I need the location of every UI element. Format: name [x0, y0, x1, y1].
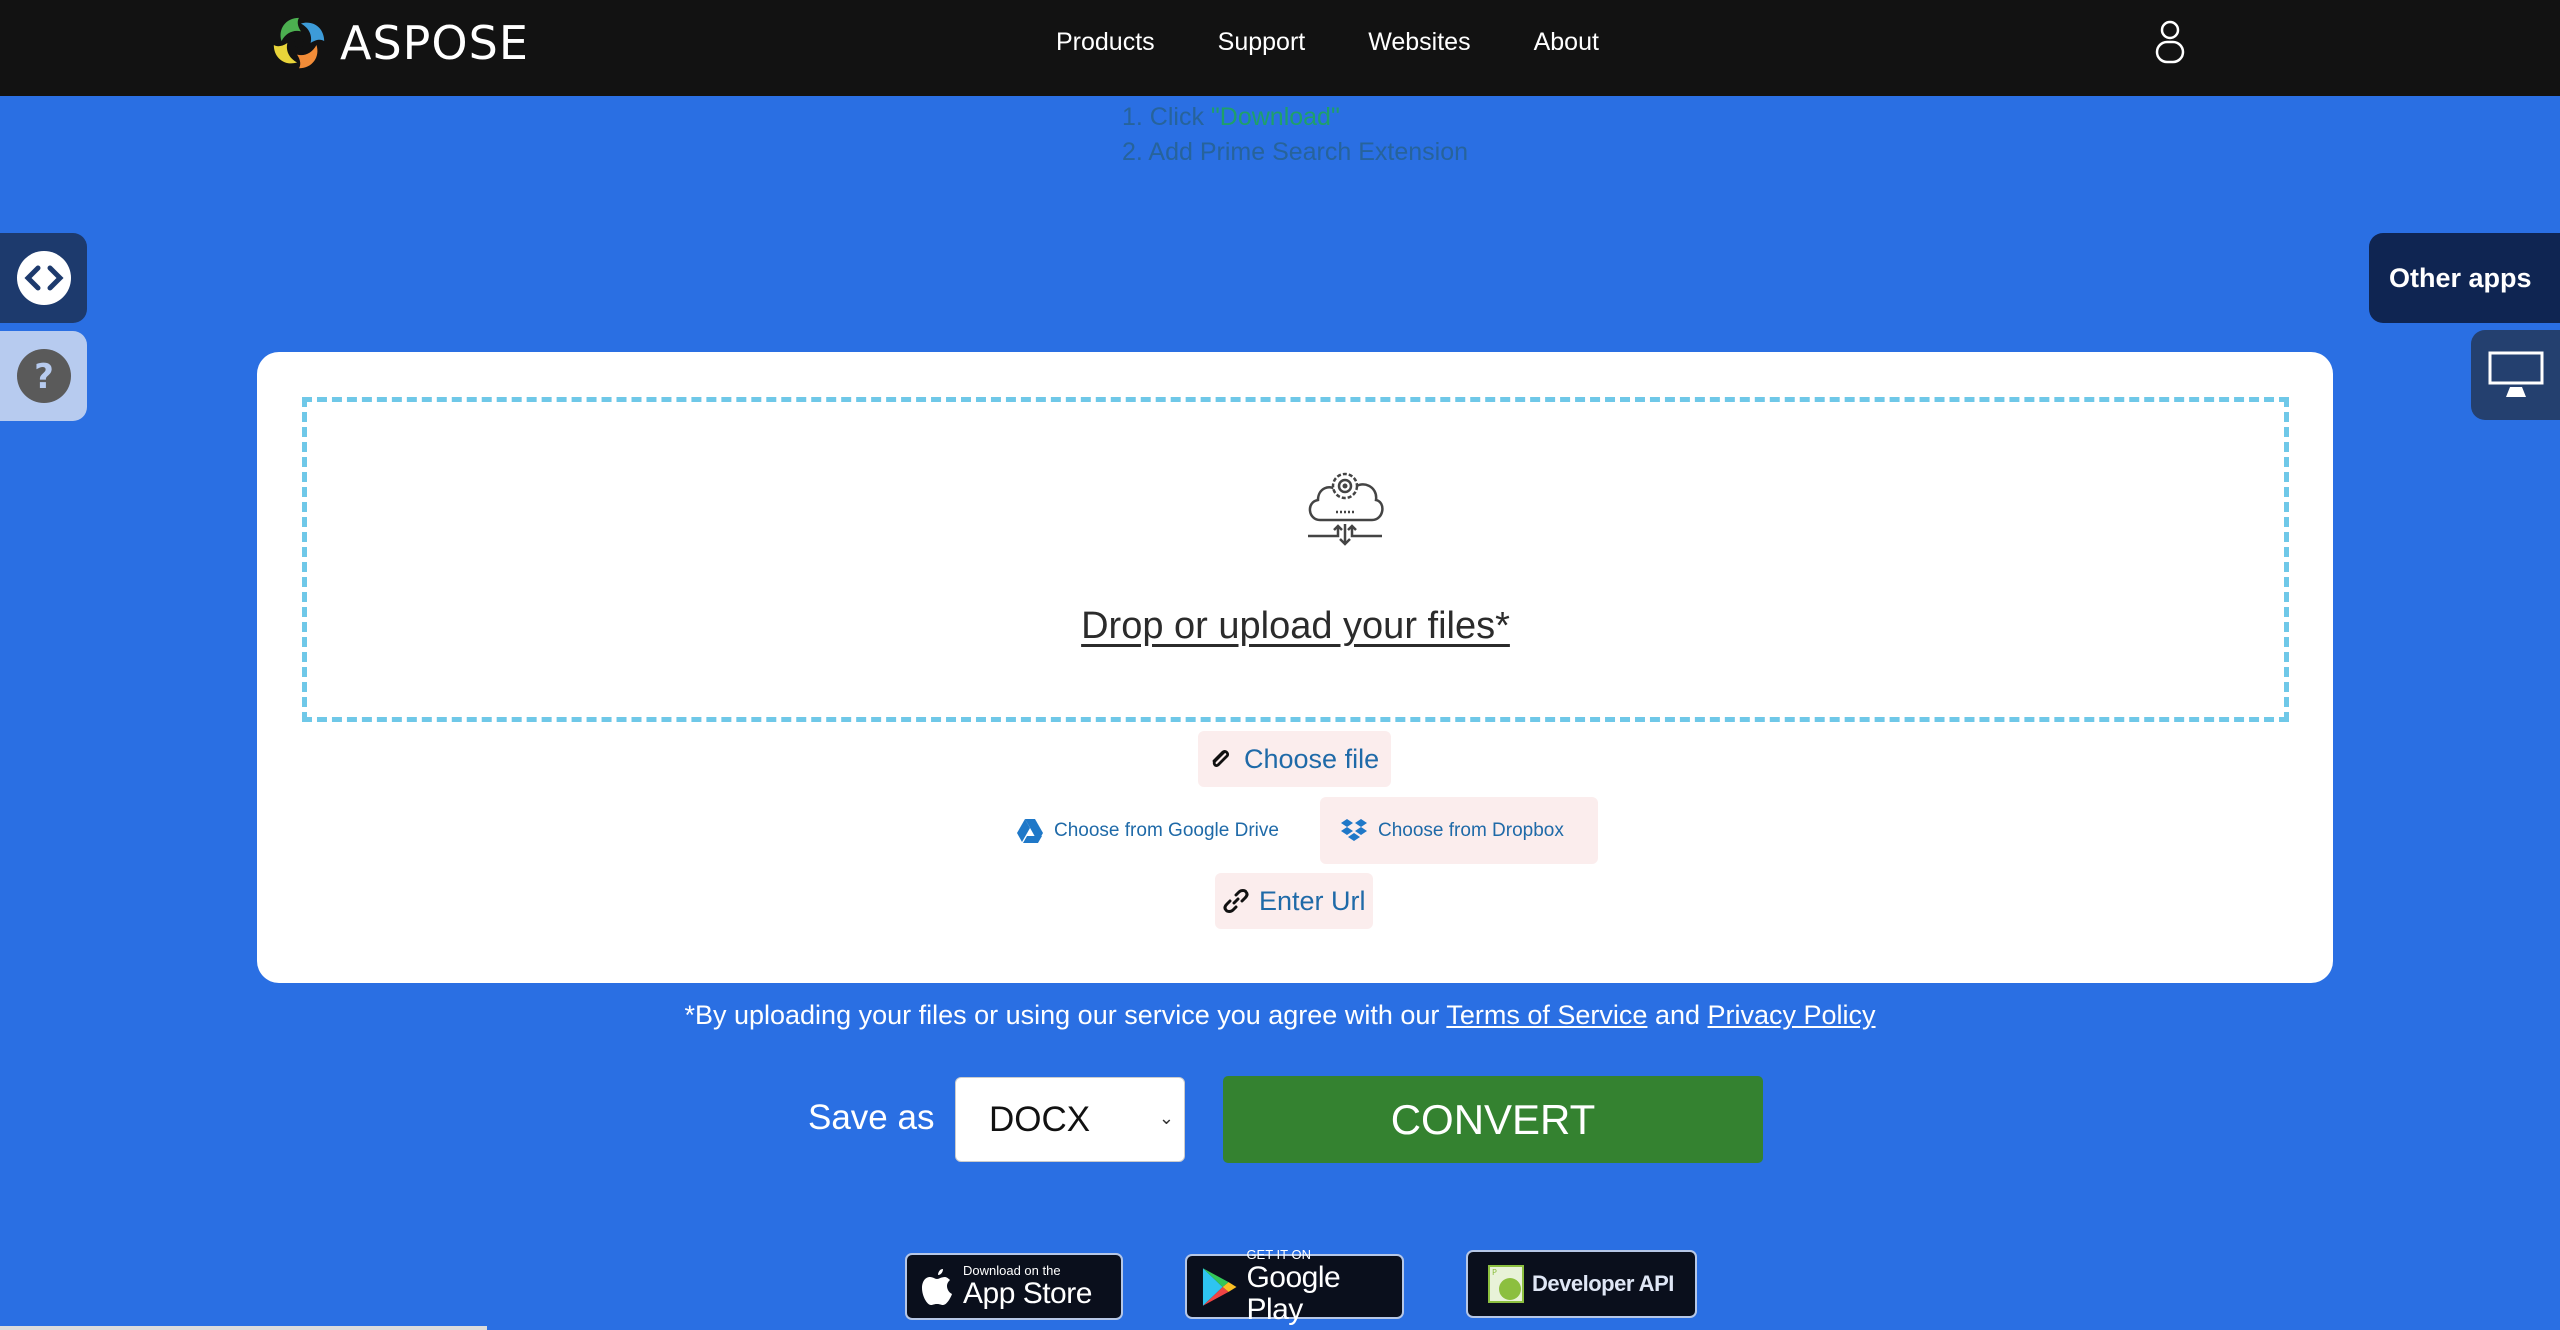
developer-api-icon: P	[1488, 1265, 1524, 1303]
chevron-down-icon: ⌄	[1158, 1108, 1174, 1128]
code-icon	[16, 251, 71, 305]
instruction-line-1: 1. Click "Download"	[1122, 103, 1340, 131]
developer-api-label: Developer API	[1532, 1271, 1674, 1296]
paperclip-icon	[1212, 750, 1230, 767]
choose-file-label: Choose file	[1244, 743, 1380, 774]
developer-api-badge[interactable]: P Developer API	[1466, 1250, 1697, 1318]
monitor-icon	[2488, 351, 2543, 397]
apple-icon	[922, 1268, 952, 1305]
choose-file-button[interactable]: Choose file	[1198, 731, 1391, 787]
output-format-select[interactable]: DOCX ⌄	[955, 1077, 1185, 1162]
save-as-label: Save as	[808, 1098, 935, 1137]
app-store-badge[interactable]: Download on the App Store	[905, 1253, 1123, 1320]
top-navbar: ASPOSE Products Support Websites About	[0, 0, 2560, 96]
nav-support[interactable]: Support	[1218, 28, 1306, 57]
download-link[interactable]: "Download"	[1211, 103, 1340, 131]
embed-code-button[interactable]	[0, 233, 87, 323]
privacy-policy-link[interactable]: Privacy Policy	[1708, 1000, 1876, 1030]
dropbox-button[interactable]: Choose from Dropbox	[1320, 797, 1598, 864]
app-store-small: Download on the	[963, 1262, 1061, 1278]
google-play-small: GET IT ON	[1246, 1246, 1311, 1262]
nav-websites[interactable]: Websites	[1368, 28, 1470, 57]
desktop-app-button[interactable]	[2471, 330, 2560, 420]
google-play-badge[interactable]: GET IT ON Google Play	[1185, 1247, 1404, 1325]
terms-of-service-link[interactable]: Terms of Service	[1446, 1000, 1647, 1030]
app-store-big: App Store	[963, 1276, 1092, 1310]
svg-text:P: P	[1492, 1268, 1497, 1277]
logo-text: ASPOSE	[340, 16, 529, 70]
question-icon: ?	[16, 349, 71, 403]
terms-notice: *By uploading your files or using our se…	[684, 1000, 1876, 1030]
nav-about[interactable]: About	[1534, 28, 1599, 57]
user-icon[interactable]	[2150, 18, 2190, 66]
svg-text:?: ?	[34, 357, 54, 397]
other-apps-button[interactable]: Other apps	[2369, 233, 2560, 323]
dropbox-label: Choose from Dropbox	[1378, 819, 1564, 841]
google-drive-label: Choose from Google Drive	[1054, 820, 1279, 841]
aspose-swirl-icon	[273, 17, 325, 69]
google-play-big: Google Play	[1246, 1260, 1341, 1326]
enter-url-label: Enter Url	[1259, 885, 1366, 916]
upload-card: Drop or upload your files* Choose file C…	[257, 352, 2333, 983]
google-drive-icon	[1017, 819, 1043, 843]
file-dropzone[interactable]: Drop or upload your files*	[302, 397, 2289, 722]
nav-products[interactable]: Products	[1056, 28, 1155, 57]
main-nav: Products Support Websites About	[1056, 0, 1662, 84]
dropbox-icon	[1341, 818, 1367, 841]
page-progress-bar	[0, 1326, 487, 1330]
enter-url-button[interactable]: Enter Url	[1215, 873, 1373, 929]
format-value: DOCX	[989, 1099, 1091, 1139]
google-drive-button[interactable]: Choose from Google Drive	[1016, 811, 1279, 851]
instruction-line-2: 2. Add Prime Search Extension	[1122, 138, 1469, 166]
aspose-logo[interactable]: ASPOSE	[268, 12, 529, 74]
help-button[interactable]: ?	[0, 331, 87, 421]
cloud-gear-upload-icon	[1308, 472, 1384, 546]
drop-upload-link[interactable]: Drop or upload your files*	[307, 605, 2284, 648]
convert-button[interactable]: CONVERT	[1223, 1076, 1763, 1163]
link-icon	[1223, 889, 1249, 913]
google-play-icon	[1202, 1267, 1237, 1306]
install-instructions: 1. Click "Download" 2. Add Prime Search …	[1122, 100, 1468, 170]
